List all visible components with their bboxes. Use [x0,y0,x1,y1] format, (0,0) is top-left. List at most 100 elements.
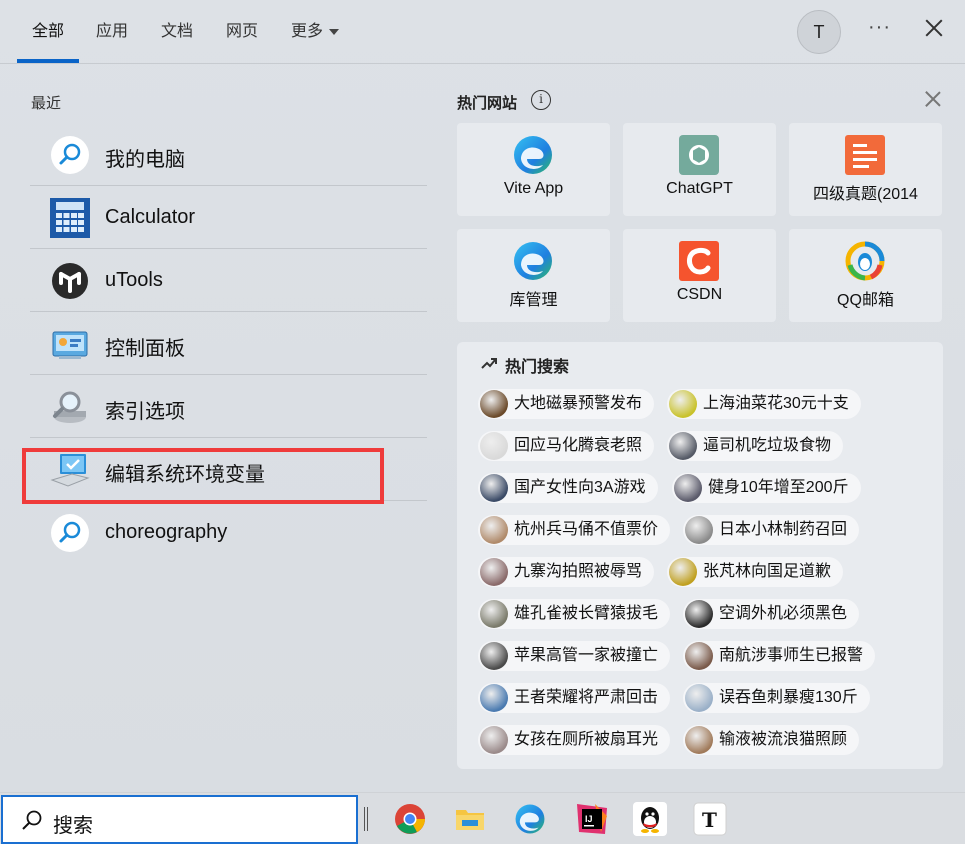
hot-search-thumbnail [480,516,508,544]
tab-more[interactable]: 更多 [291,20,340,44]
hot-search-text: 日本小林制药召回 [719,521,848,538]
more-options-icon[interactable]: ··· [868,16,891,39]
hot-search-item[interactable]: 雄孔雀被长臂猿拔毛 [478,599,671,629]
hot-search-item[interactable]: 空调外机必须黑色 [683,599,860,629]
hot-search-text: 上海油菜花30元十支 [703,395,849,412]
jetbrains-icon[interactable]: IJ [575,802,609,836]
qqmail-icon [845,241,885,281]
recent-item-label: 我的电脑 [105,149,185,171]
hot-search-text: 女孩在厕所被扇耳光 [514,731,659,748]
search-panel: 全部 应用 文档 网页 更多 T ··· 最近 我的电脑 Calculator … [0,0,965,792]
hot-search-item[interactable]: 上海油菜花30元十支 [667,389,861,419]
site-label: CSDN [676,286,723,303]
hot-search-text: 健身10年增至200斤 [708,479,849,496]
site-tile-qqmail[interactable]: QQ邮箱 [789,229,942,322]
recent-item-utools[interactable]: uTools [30,249,427,312]
site-tile-csdn[interactable]: CSDN [623,229,776,322]
hot-search-item[interactable]: 九寨沟拍照被辱骂 [478,557,655,587]
hot-search-thumbnail [669,390,697,418]
hot-search-item[interactable]: 王者荣耀将严肃回击 [478,683,671,713]
hot-search-thumbnail [685,726,713,754]
tab-all[interactable]: 全部 [32,20,64,44]
hot-sites-title: 热门网站 [457,95,518,112]
taskbar-search-input[interactable]: 搜索 [1,795,358,844]
recent-item-control-panel[interactable]: 控制面板 [30,312,427,375]
hot-search-text: 张芃林向国足道歉 [703,563,832,580]
hot-search-item[interactable]: 日本小林制药召回 [683,515,860,545]
hot-search-thumbnail [685,642,713,670]
edge-icon[interactable] [513,802,547,836]
chatgpt-icon [679,135,719,175]
tab-apps[interactable]: 应用 [96,20,128,44]
site-tile-chatgpt[interactable]: ChatGPT [623,123,776,216]
hot-search-text: 南航涉事师生已报警 [719,647,864,664]
recent-item-label: 控制面板 [105,338,185,360]
search-placeholder: 搜索 [53,815,93,837]
hot-search-thumbnail [480,600,508,628]
edge-icon [513,241,553,281]
hot-search-item[interactable]: 女孩在厕所被扇耳光 [478,725,671,755]
hot-search-thumbnail [669,432,697,460]
typora-icon[interactable]: T [693,802,727,836]
hot-search-thumbnail [480,558,508,586]
taskbar: 搜索 IJ T [0,792,965,844]
taskbar-divider [364,807,368,831]
close-icon[interactable] [922,88,944,110]
site-tile-vite-app[interactable]: Vite App [457,123,610,216]
search-icon [50,135,90,175]
tab-bar: 全部 应用 文档 网页 更多 T ··· [0,0,965,64]
qq-icon[interactable] [633,802,667,836]
site-tile-library[interactable]: 库管理 [457,229,610,322]
hot-search-text: 大地磁暴预警发布 [514,395,643,412]
hot-search-item[interactable]: 大地磁暴预警发布 [478,389,655,419]
hot-search-text: 逼司机吃垃圾食物 [703,437,832,454]
hot-search-item[interactable]: 逼司机吃垃圾食物 [667,431,844,461]
search-icon [21,809,43,831]
tab-documents[interactable]: 文档 [161,20,193,44]
tab-web[interactable]: 网页 [226,20,258,44]
site-label: 库管理 [509,292,558,309]
avatar[interactable]: T [797,10,841,54]
hot-search-thumbnail [685,684,713,712]
recent-item-choreography[interactable]: choreography [30,501,427,564]
recent-item-label: 索引选项 [105,401,185,423]
hot-search-text: 回应马化腾衰老照 [514,437,643,454]
highlight-box [22,448,384,504]
hot-search-title: 热门搜索 [505,359,570,376]
site-tile-cet4[interactable]: 四级真题(2014 [789,123,942,216]
hot-search-item[interactable]: 张芃林向国足道歉 [667,557,844,587]
hot-search-item[interactable]: 杭州兵马俑不值票价 [478,515,671,545]
chrome-icon[interactable] [393,802,427,836]
recent-item-label: Calculator [105,206,196,228]
hot-search-item[interactable]: 健身10年增至200斤 [672,473,861,503]
svg-text:IJ: IJ [585,814,593,824]
edge-icon [513,135,553,175]
recent-section-title: 最近 [31,95,62,112]
hot-search-thumbnail [685,516,713,544]
recent-item-label: uTools [105,269,163,291]
info-icon[interactable]: i [531,90,551,110]
hot-search-item[interactable]: 南航涉事师生已报警 [683,641,876,671]
hot-search-text: 九寨沟拍照被辱骂 [514,563,643,580]
csdn-icon [679,241,719,281]
recent-item-indexing-options[interactable]: 索引选项 [30,375,427,438]
hot-search-thumbnail [480,390,508,418]
close-icon[interactable] [920,14,948,42]
hot-search-text: 杭州兵马俑不值票价 [514,521,659,538]
recent-item-label: choreography [105,521,228,543]
file-explorer-icon[interactable] [453,802,487,836]
hot-search-text: 空调外机必须黑色 [719,605,848,622]
indexing-options-icon [50,387,90,427]
recent-item-my-computer[interactable]: 我的电脑 [30,123,427,186]
site-label: ChatGPT [666,180,733,197]
hot-search-item[interactable]: 误吞鱼刺暴瘦130斤 [683,683,870,713]
recent-item-calculator[interactable]: Calculator [30,186,427,249]
tab-more-label: 更多 [291,23,324,40]
hot-search-item[interactable]: 国产女性向3A游戏 [478,473,658,503]
hot-search-item[interactable]: 回应马化腾衰老照 [478,431,655,461]
hot-search-item[interactable]: 输液被流浪猫照顾 [683,725,860,755]
control-panel-icon [50,324,90,364]
calculator-icon [50,198,90,238]
hot-search-item[interactable]: 苹果高管一家被撞亡 [478,641,671,671]
utools-icon [50,261,90,301]
